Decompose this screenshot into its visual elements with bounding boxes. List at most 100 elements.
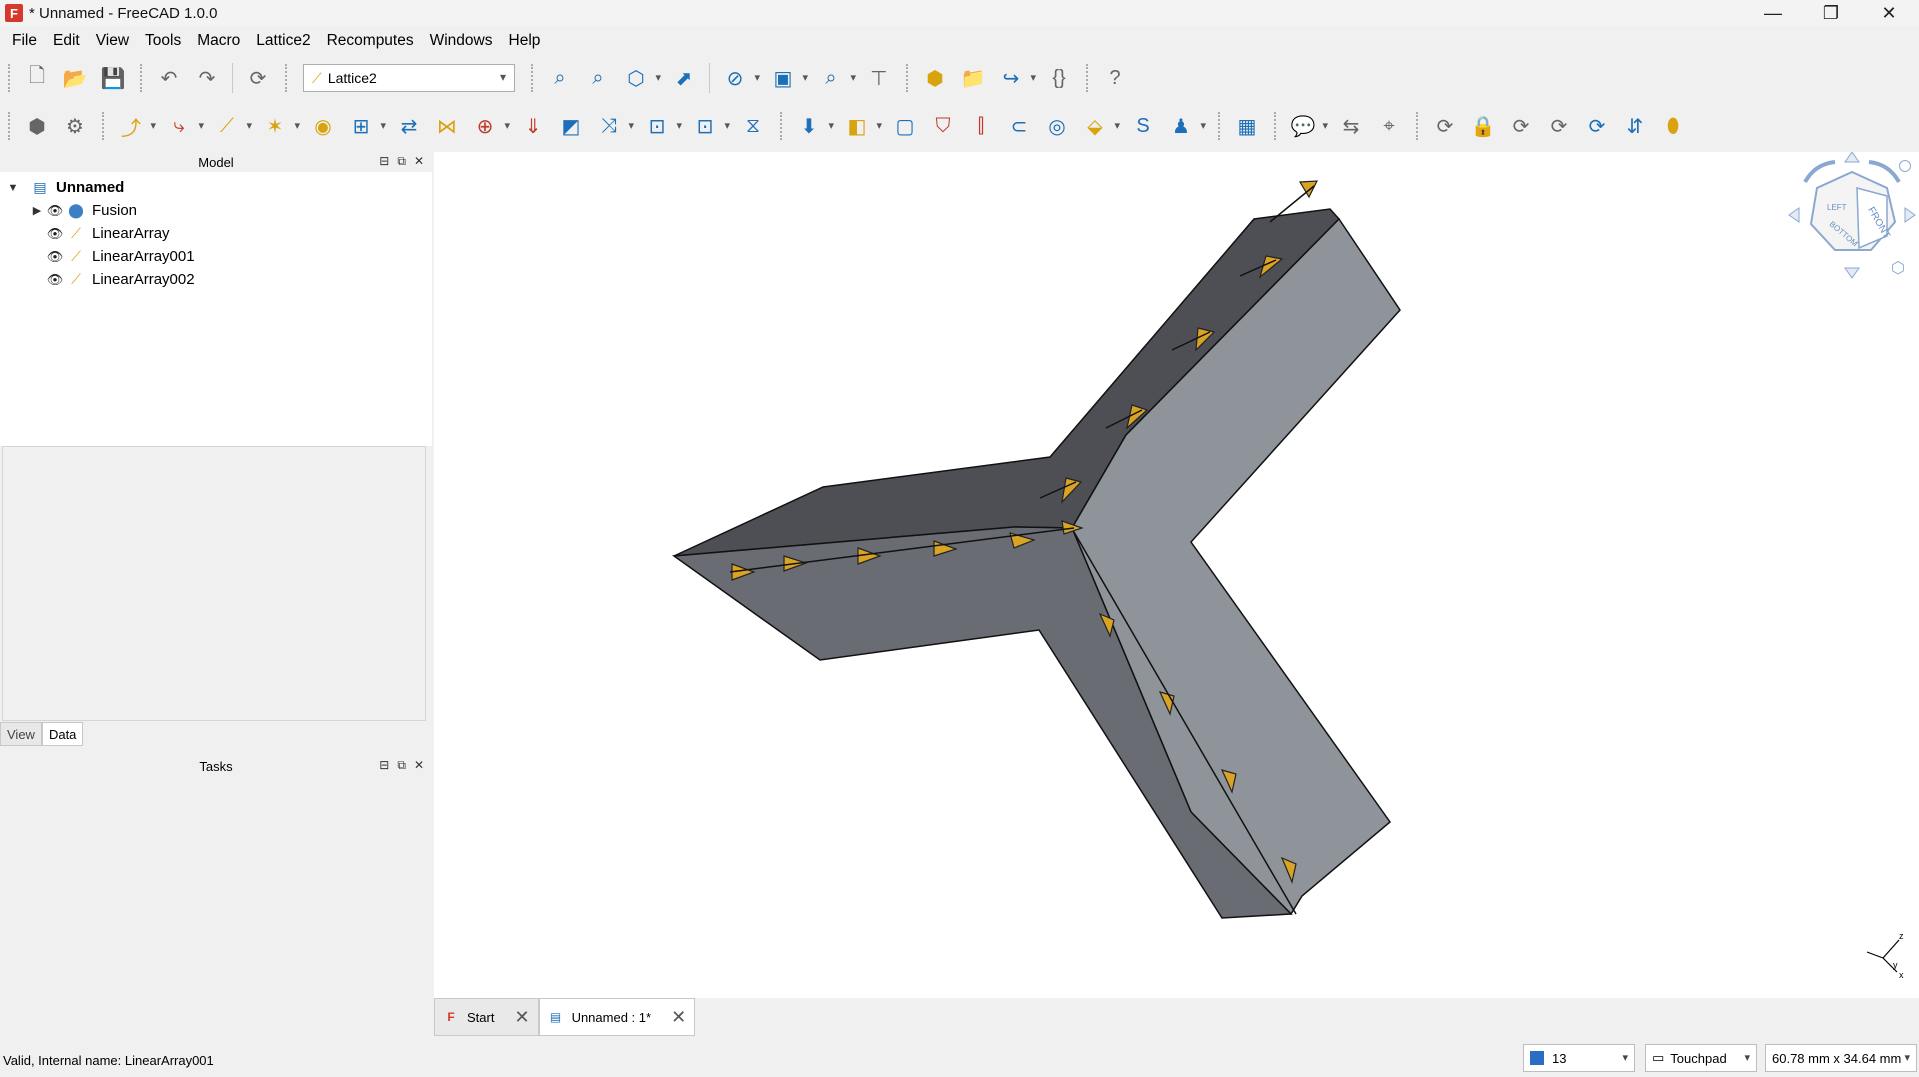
mirror-icon[interactable]: ⧖ (738, 111, 768, 141)
tab-view[interactable]: View (0, 722, 42, 746)
part-icon[interactable]: ⬢ (920, 63, 950, 93)
toolbar-grip[interactable] (140, 64, 144, 92)
shape-info-icon[interactable]: ⬙ (1080, 111, 1120, 141)
align-to-selection-icon[interactable]: ⬈ (669, 63, 699, 93)
close-tab-icon[interactable]: ✕ (514, 1007, 529, 1028)
placement-icon[interactable]: ⤴ (116, 111, 156, 141)
toolbar-grip[interactable] (1218, 112, 1222, 140)
tree-item-fusion[interactable]: ▶ 👁 ⬤ Fusion (0, 199, 432, 222)
arrow-right-icon[interactable] (1904, 207, 1916, 223)
recompute-tree-icon[interactable]: ⟳ (1582, 111, 1612, 141)
array-explode-icon[interactable]: ⊞ (346, 111, 386, 141)
recompute-lock-icon[interactable]: 🔒 (1468, 111, 1498, 141)
maximize-button[interactable]: ❐ (1802, 0, 1860, 26)
link-icon[interactable]: ↪ (996, 63, 1036, 93)
visibility-eye-icon[interactable]: 👁 (44, 226, 66, 242)
menu-recomputes[interactable]: Recomputes (319, 32, 422, 50)
menu-file[interactable]: File (0, 32, 45, 50)
fit-selection-icon[interactable]: ⌕ (583, 63, 613, 93)
polar-array-icon[interactable]: ✶ (260, 111, 300, 141)
linear-array-icon[interactable]: ⟋ (212, 111, 252, 141)
toolbar-grip[interactable] (1416, 112, 1420, 140)
visibility-eye-icon[interactable]: 👁 (44, 272, 66, 288)
bounding-box-compound-icon[interactable]: ▢ (890, 111, 920, 141)
downgrade-icon[interactable]: ⬇ (794, 111, 834, 141)
toolbar-grip[interactable] (8, 64, 12, 92)
menu-help[interactable]: Help (501, 32, 549, 50)
slice-icon[interactable]: ⫿ (966, 111, 996, 141)
menu-lattice2[interactable]: Lattice2 (248, 32, 318, 50)
subsequence-icon[interactable]: ◎ (1042, 111, 1072, 141)
populate-icon[interactable]: ⊡ (642, 111, 682, 141)
rotate-right-icon[interactable] (1868, 160, 1901, 184)
tree-item-linear-array002[interactable]: 👁 ⟋ LinearArray002 (0, 268, 432, 291)
group-icon[interactable]: 📁 (958, 63, 988, 93)
navcube-menu-icon[interactable]: ⬡ (1891, 258, 1905, 278)
script-icon[interactable]: S (1128, 111, 1158, 141)
undo-icon[interactable]: ↶ (154, 63, 184, 93)
arrow-up-icon[interactable] (1844, 152, 1860, 163)
recompute-icon[interactable]: ⟳ (1430, 111, 1460, 141)
tab-data[interactable]: Data (41, 722, 84, 746)
selection-count-dropdown[interactable]: 13 ▾ (1523, 1044, 1635, 1072)
panel-minimize-icon[interactable]: ⊟ (379, 154, 389, 169)
join-arrays-icon[interactable]: ⋈ (432, 111, 462, 141)
resample-icon[interactable]: ◩ (556, 111, 586, 141)
dimension-dropdown[interactable]: 60.78 mm x 34.64 mm ▾ (1765, 1044, 1917, 1072)
toolbar-grip[interactable] (531, 64, 535, 92)
property-editor[interactable] (2, 446, 426, 721)
fuse-compound-icon[interactable]: ⊂ (1004, 111, 1034, 141)
menu-macro[interactable]: Macro (189, 32, 248, 50)
paraseries-icon[interactable]: ▦ (1232, 111, 1262, 141)
visibility-eye-icon[interactable]: 👁 (44, 203, 66, 219)
shape-inspector-icon[interactable]: ⌖ (1374, 111, 1404, 141)
draw-style-icon[interactable]: ⊘ (720, 63, 760, 93)
toolbar-grip[interactable] (1086, 64, 1090, 92)
panel-close-icon[interactable]: ✕ (414, 758, 424, 773)
substitute-object-icon[interactable]: ⇆ (1336, 111, 1366, 141)
measure-icon[interactable]: ⌕ (816, 63, 856, 93)
arrow-left-icon[interactable] (1788, 207, 1800, 223)
toolbar-grip[interactable] (906, 64, 910, 92)
save-document-icon[interactable]: 💾 (98, 63, 128, 93)
recompute-locked-icon[interactable]: ⟳ (1506, 111, 1536, 141)
arrow-down-icon[interactable] (1844, 267, 1860, 279)
recompute-tree-locked-icon[interactable]: ⇵ (1620, 111, 1650, 141)
toolbar-grip[interactable] (285, 64, 289, 92)
box-icon[interactable]: ◧ (842, 111, 882, 141)
rotate-left-icon[interactable] (1803, 160, 1836, 184)
toolbar-grip[interactable] (1274, 112, 1278, 140)
panel-float-icon[interactable]: ⧉ (397, 154, 406, 169)
collapsed-arrow-icon[interactable]: ▶ (30, 204, 44, 217)
fit-all-icon[interactable]: ⌕ (545, 63, 575, 93)
compose-icon[interactable]: ⊕ (470, 111, 510, 141)
gear-icon[interactable]: ⚙ (60, 111, 90, 141)
inspect-icon[interactable]: 💬 (1288, 111, 1328, 141)
menu-windows[interactable]: Windows (422, 32, 501, 50)
open-document-icon[interactable]: 📂 (60, 63, 90, 93)
workbench-hexagon-icon[interactable]: ⬢ (22, 111, 52, 141)
expand-arrow-icon[interactable]: ▼ (6, 182, 20, 194)
close-button[interactable]: ✕ (1860, 0, 1918, 26)
mirror-array-icon[interactable]: ⤨ (594, 111, 634, 141)
array-from-shape-icon[interactable]: ◉ (308, 111, 338, 141)
attached-placement-icon[interactable]: ⤷ (164, 111, 204, 141)
redo-icon[interactable]: ↷ (192, 63, 222, 93)
visibility-eye-icon[interactable]: 👁 (44, 249, 66, 265)
new-document-icon[interactable]: 🗋 (22, 63, 52, 93)
parametric-series-icon[interactable]: ⊡ (690, 111, 730, 141)
menu-edit[interactable]: Edit (45, 32, 88, 50)
menu-tools[interactable]: Tools (137, 32, 189, 50)
shape-string-icon[interactable]: ⛉ (928, 111, 958, 141)
tab-start[interactable]: F Start ✕ (434, 998, 539, 1036)
navigation-style-dropdown[interactable]: ▭ Touchpad ▾ (1645, 1044, 1757, 1072)
tree-item-linear-array[interactable]: 👁 ⟋ LinearArray (0, 222, 432, 245)
menu-view[interactable]: View (88, 32, 137, 50)
refresh-icon[interactable]: ⟳ (243, 63, 273, 93)
toolbar-grip[interactable] (102, 112, 106, 140)
navcube-dot-icon[interactable] (1899, 160, 1911, 172)
egg-icon[interactable]: ⬮ (1658, 111, 1688, 141)
whats-this-icon[interactable]: ? (1100, 63, 1130, 93)
tree-item-unnamed[interactable]: ▼ ▤ Unnamed (0, 176, 432, 199)
formation-icon[interactable]: ♟ (1166, 111, 1206, 141)
